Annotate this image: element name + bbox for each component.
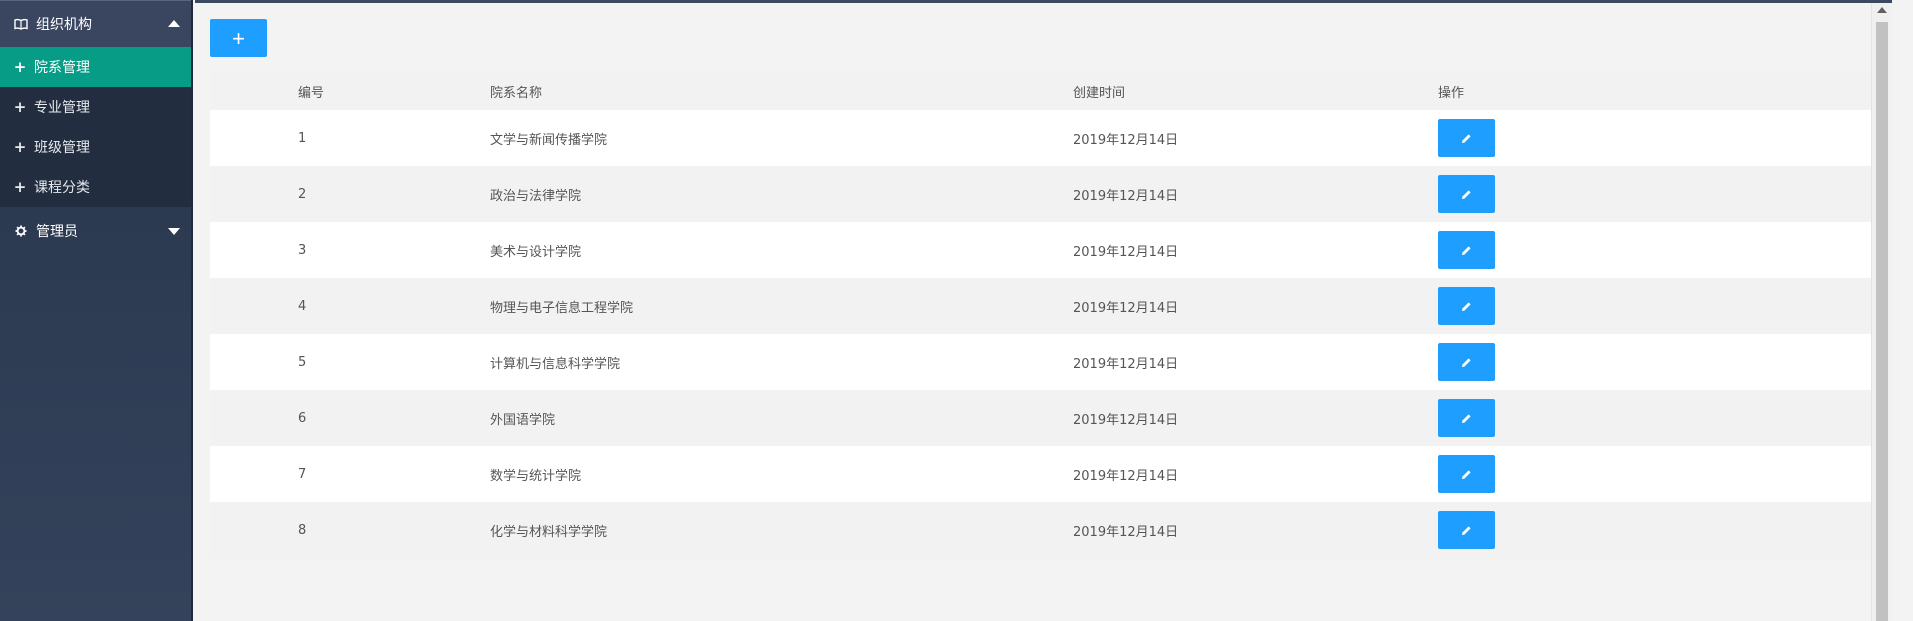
- cell-id: 6: [298, 410, 307, 426]
- chevron-down-icon: [168, 227, 180, 235]
- cell-id: 4: [298, 298, 307, 314]
- table-row: 7 数学与统计学院 2019年12月14日: [210, 446, 1884, 502]
- cell-created: 2019年12月14日: [1073, 244, 1179, 260]
- edit-button[interactable]: [1438, 343, 1495, 381]
- table-row: 8 化学与材料科学学院 2019年12月14日: [210, 502, 1884, 558]
- cell-id: 7: [298, 466, 307, 482]
- plus-icon: +: [13, 58, 27, 76]
- cell-created: 2019年12月14日: [1073, 412, 1179, 428]
- table-header-row: 编号 院系名称 创建时间 操作: [210, 72, 1884, 110]
- pencil-icon: [1462, 413, 1471, 423]
- cell-action: [1438, 231, 1884, 269]
- cell-created: 2019年12月14日: [1073, 188, 1179, 204]
- menu-group-label: 管理员: [36, 223, 78, 240]
- sidebar: 组织机构 + 院系管理 + 专业管理 + 班级管理 + 课程分类 管理员: [0, 0, 193, 621]
- cell-action: [1438, 175, 1884, 213]
- cell-name: 文学与新闻传播学院: [490, 132, 608, 148]
- pencil-icon: [1462, 245, 1471, 255]
- cell-name: 化学与材料科学学院: [490, 524, 608, 540]
- cell-id: 5: [298, 354, 307, 370]
- cell-name: 政治与法律学院: [490, 188, 582, 204]
- table-row: 2 政治与法律学院 2019年12月14日: [210, 166, 1884, 222]
- cell-action: [1438, 455, 1884, 493]
- table-row: 3 美术与设计学院 2019年12月14日: [210, 222, 1884, 278]
- sidebar-item-majors[interactable]: + 专业管理: [0, 87, 191, 127]
- cell-action: [1438, 343, 1884, 381]
- sidebar-item-label: 课程分类: [34, 180, 90, 196]
- pencil-icon: [1462, 301, 1471, 311]
- pencil-icon: [1462, 357, 1471, 367]
- edit-button[interactable]: [1438, 287, 1495, 325]
- chevron-up-icon: [168, 20, 180, 27]
- pencil-icon: [1462, 189, 1471, 199]
- add-department-button[interactable]: +: [210, 19, 267, 57]
- cell-name: 物理与电子信息工程学院: [490, 300, 634, 316]
- vertical-scrollbar[interactable]: [1871, 3, 1892, 621]
- table-row: 4 物理与电子信息工程学院 2019年12月14日: [210, 278, 1884, 334]
- column-header-action: 操作: [1438, 85, 1465, 101]
- plus-icon: +: [13, 178, 27, 196]
- scroll-up-arrow-icon[interactable]: [1877, 7, 1887, 13]
- cell-id: 1: [298, 130, 307, 146]
- sidebar-item-classes[interactable]: + 班级管理: [0, 127, 191, 167]
- edit-button[interactable]: [1438, 511, 1495, 549]
- main-content: + 编号 院系名称 创建时间 操作 1 文学与新闻传播学院 2019年12月14日 2…: [195, 0, 1892, 621]
- plus-icon: +: [13, 138, 27, 156]
- plus-icon: +: [13, 98, 27, 116]
- scrollbar-thumb[interactable]: [1876, 22, 1888, 621]
- menu-group-admin[interactable]: 管理员: [0, 207, 191, 254]
- gear-icon: [12, 225, 30, 237]
- sidebar-item-label: 专业管理: [34, 100, 90, 116]
- sidebar-item-label: 班级管理: [34, 140, 90, 156]
- departments-table: 编号 院系名称 创建时间 操作 1 文学与新闻传播学院 2019年12月14日 2 政治…: [210, 72, 1884, 558]
- cell-action: [1438, 287, 1884, 325]
- menu-group-label: 组织机构: [36, 17, 92, 33]
- column-header-name: 院系名称: [490, 85, 543, 101]
- cell-created: 2019年12月14日: [1073, 356, 1179, 372]
- cell-created: 2019年12月14日: [1073, 468, 1179, 484]
- cell-name: 数学与统计学院: [490, 468, 582, 484]
- cell-id: 8: [298, 522, 307, 538]
- cell-id: 3: [298, 242, 307, 258]
- table-body: 1 文学与新闻传播学院 2019年12月14日 2 政治与法律学院 2019年12月14日…: [210, 110, 1884, 558]
- app-window: 组织机构 + 院系管理 + 专业管理 + 班级管理 + 课程分类 管理员 + 编…: [0, 0, 1913, 621]
- sidebar-item-label: 院系管理: [34, 60, 90, 76]
- book-icon: [12, 18, 30, 30]
- table-row: 6 外国语学院 2019年12月14日: [210, 390, 1884, 446]
- cell-action: [1438, 399, 1884, 437]
- cell-created: 2019年12月14日: [1073, 524, 1179, 540]
- cell-name: 外国语学院: [490, 412, 556, 428]
- edit-button[interactable]: [1438, 175, 1495, 213]
- cell-name: 美术与设计学院: [490, 244, 582, 260]
- edit-button[interactable]: [1438, 119, 1495, 157]
- sidebar-item-course-categories[interactable]: + 课程分类: [0, 167, 191, 207]
- edit-button[interactable]: [1438, 399, 1495, 437]
- cell-created: 2019年12月14日: [1073, 132, 1179, 148]
- menu-group-organization[interactable]: 组织机构: [0, 0, 191, 47]
- pencil-icon: [1462, 525, 1471, 535]
- column-header-id: 编号: [298, 85, 325, 101]
- cell-created: 2019年12月14日: [1073, 300, 1179, 316]
- cell-action: [1438, 511, 1884, 549]
- pencil-icon: [1462, 133, 1471, 143]
- cell-id: 2: [298, 186, 307, 202]
- pencil-icon: [1462, 469, 1471, 479]
- cell-action: [1438, 119, 1884, 157]
- table-row: 1 文学与新闻传播学院 2019年12月14日: [210, 110, 1884, 166]
- edit-button[interactable]: [1438, 455, 1495, 493]
- cell-name: 计算机与信息科学学院: [490, 356, 621, 372]
- sidebar-item-departments[interactable]: + 院系管理: [0, 47, 191, 87]
- table-row: 5 计算机与信息科学学院 2019年12月14日: [210, 334, 1884, 390]
- submenu-organization: + 院系管理 + 专业管理 + 班级管理 + 课程分类: [0, 47, 191, 207]
- column-header-created: 创建时间: [1073, 85, 1126, 101]
- edit-button[interactable]: [1438, 231, 1495, 269]
